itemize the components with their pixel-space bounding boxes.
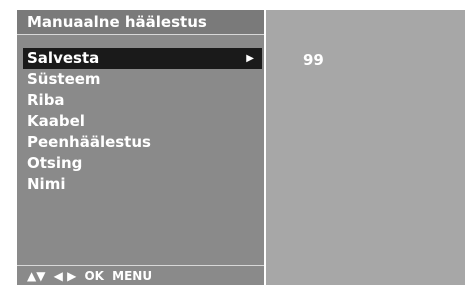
menu-panel: Manuaalne häälestus Salvesta ▶ Süsteem R…	[17, 10, 264, 285]
menu-item-label: Süsteem	[27, 70, 101, 88]
menu-list: Salvesta ▶ Süsteem Riba Kaabel Peenhääle…	[17, 48, 264, 195]
tv-osd-manual-tuning: Manuaalne häälestus Salvesta ▶ Süsteem R…	[17, 10, 465, 285]
menu-title: Manuaalne häälestus	[27, 13, 207, 31]
menu-item-nimi[interactable]: Nimi	[17, 174, 264, 195]
menu-item-label: Salvesta	[27, 49, 100, 67]
menu-item-label: Nimi	[27, 175, 66, 193]
program-number-value: 99	[303, 51, 324, 69]
value-panel: 99	[266, 10, 465, 285]
right-arrow-icon: ▶	[246, 53, 254, 64]
menu-item-susteem[interactable]: Süsteem	[17, 69, 264, 90]
menu-item-kaabel[interactable]: Kaabel	[17, 111, 264, 132]
menu-item-peenhaalestus[interactable]: Peenhäälestus	[17, 132, 264, 153]
menu-item-salvesta[interactable]: Salvesta ▶	[23, 48, 262, 69]
menu-item-otsing[interactable]: Otsing	[17, 153, 264, 174]
menu-item-label: Peenhäälestus	[27, 133, 151, 151]
menu-item-label: Kaabel	[27, 112, 85, 130]
menu-item-riba[interactable]: Riba	[17, 90, 264, 111]
navigation-hints: ▲▼ ◀ ▶ OK MENU	[27, 269, 156, 283]
menu-item-label: Otsing	[27, 154, 83, 172]
menu-hint: MENU	[112, 269, 153, 283]
menu-item-label: Riba	[27, 91, 65, 109]
menu-title-bar: Manuaalne häälestus	[17, 10, 264, 35]
up-down-arrows-icon: ▲▼	[27, 269, 46, 283]
divider	[17, 265, 264, 266]
left-right-arrows-icon: ◀ ▶	[53, 269, 77, 283]
ok-hint: OK	[84, 269, 104, 283]
